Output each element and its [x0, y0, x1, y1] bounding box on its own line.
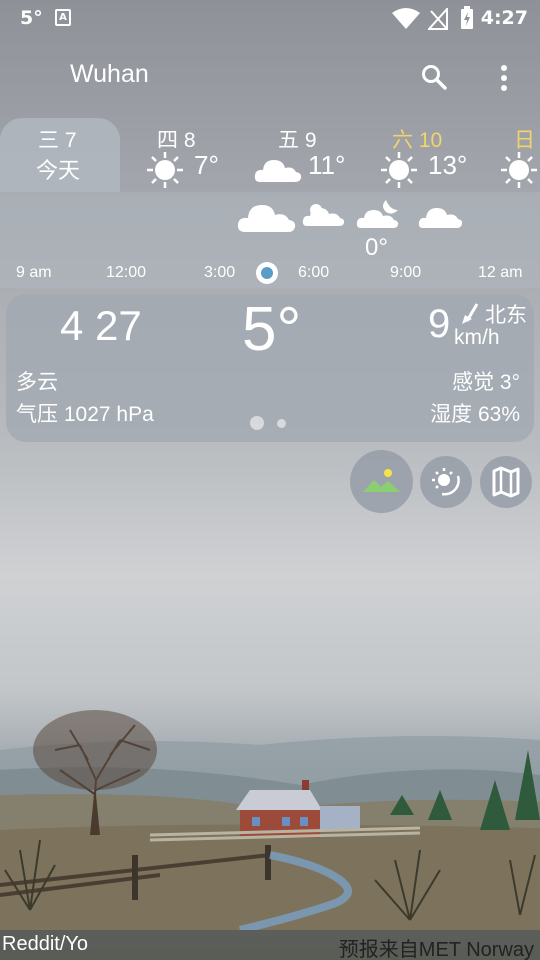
page-indicator-dot[interactable] — [277, 419, 286, 428]
landscape-icon — [363, 469, 400, 492]
day-tab[interactable]: 五 9 11° — [252, 118, 372, 192]
wind-unit: km/h — [454, 326, 500, 349]
hour-label: 3:00 — [204, 264, 236, 281]
current-conditions-card[interactable]: 4 27 5° 9 北东 km/h 多云 感觉 3° 气压 1027 hPa 湿… — [6, 294, 534, 442]
sun-info-button[interactable] — [420, 456, 472, 508]
partly-cloudy-night-icon — [356, 200, 399, 228]
current-time-marker[interactable] — [256, 262, 278, 284]
map-button[interactable] — [480, 456, 532, 508]
hourly-temp-label: 0° — [365, 234, 388, 261]
footer: Reddit/Yo 预报来自MET Norway — [0, 930, 540, 960]
daily-forecast: 三 7 今天 四 8 7° 五 9 11° 六 10 13° 日 — [0, 118, 540, 192]
cloud-icon — [237, 205, 296, 232]
hour-label: 12 am — [478, 264, 523, 281]
map-icon — [492, 466, 520, 498]
image-credit[interactable]: Reddit/Yo — [2, 933, 88, 956]
current-time: 4 27 — [60, 302, 142, 349]
wind-direction-arrow-icon — [462, 303, 479, 324]
day-temp: 13° — [428, 150, 468, 180]
sun-icon — [501, 152, 537, 188]
landscape-illustration — [0, 710, 540, 930]
hour-label: 9:00 — [390, 264, 422, 281]
day-temp: 7° — [194, 150, 219, 180]
humidity: 湿度 63% — [430, 403, 520, 426]
status-temp: 5° — [20, 7, 43, 29]
pressure: 气压 1027 hPa — [16, 403, 154, 426]
wifi-icon — [392, 8, 420, 29]
sun-orbit-icon — [432, 468, 460, 496]
city-title[interactable]: Wuhan — [70, 60, 149, 89]
hour-label: 9 am — [16, 264, 52, 281]
day-tab[interactable]: 六 10 13° — [376, 118, 496, 192]
wind-direction: 北东 — [485, 304, 527, 327]
current-temp: 5° — [242, 295, 302, 364]
condition-text: 多云 — [16, 371, 58, 394]
no-signal-icon — [428, 8, 448, 30]
hourly-forecast[interactable]: 0° 9 am 12:00 3:00 6:00 9:00 12 am — [0, 192, 540, 288]
forecast-source[interactable]: 预报来自MET Norway — [339, 933, 534, 960]
app-notification-icon: A — [55, 9, 71, 26]
day-label: 日 — [514, 129, 535, 152]
day-sublabel: 今天 — [36, 158, 81, 183]
day-tab-today[interactable]: 三 7 今天 — [0, 118, 120, 192]
more-menu-icon[interactable] — [490, 63, 518, 93]
status-time: 4:27 — [480, 7, 528, 29]
partly-cloudy-day-icon — [302, 204, 345, 226]
action-buttons — [350, 450, 540, 514]
sun-icon — [147, 152, 183, 188]
day-label: 三 7 — [38, 129, 77, 152]
cloud-icon — [418, 208, 463, 228]
hour-label: 6:00 — [298, 264, 330, 281]
day-tab[interactable]: 日 — [498, 118, 540, 192]
day-temp: 11° — [308, 150, 346, 180]
sun-icon — [381, 152, 417, 188]
hour-label: 12:00 — [106, 264, 147, 281]
battery-icon — [461, 6, 473, 29]
landscape-button[interactable] — [350, 450, 413, 513]
cloud-icon — [254, 160, 302, 182]
day-tab[interactable]: 四 8 7° — [140, 118, 250, 192]
status-bar: 5° A 4:27 — [0, 0, 540, 38]
wind-speed: 9 — [428, 302, 451, 346]
search-icon[interactable] — [420, 63, 448, 91]
feels-like: 感觉 3° — [452, 371, 520, 394]
day-label: 四 8 — [157, 129, 196, 152]
page-indicator-dot[interactable] — [250, 416, 264, 430]
